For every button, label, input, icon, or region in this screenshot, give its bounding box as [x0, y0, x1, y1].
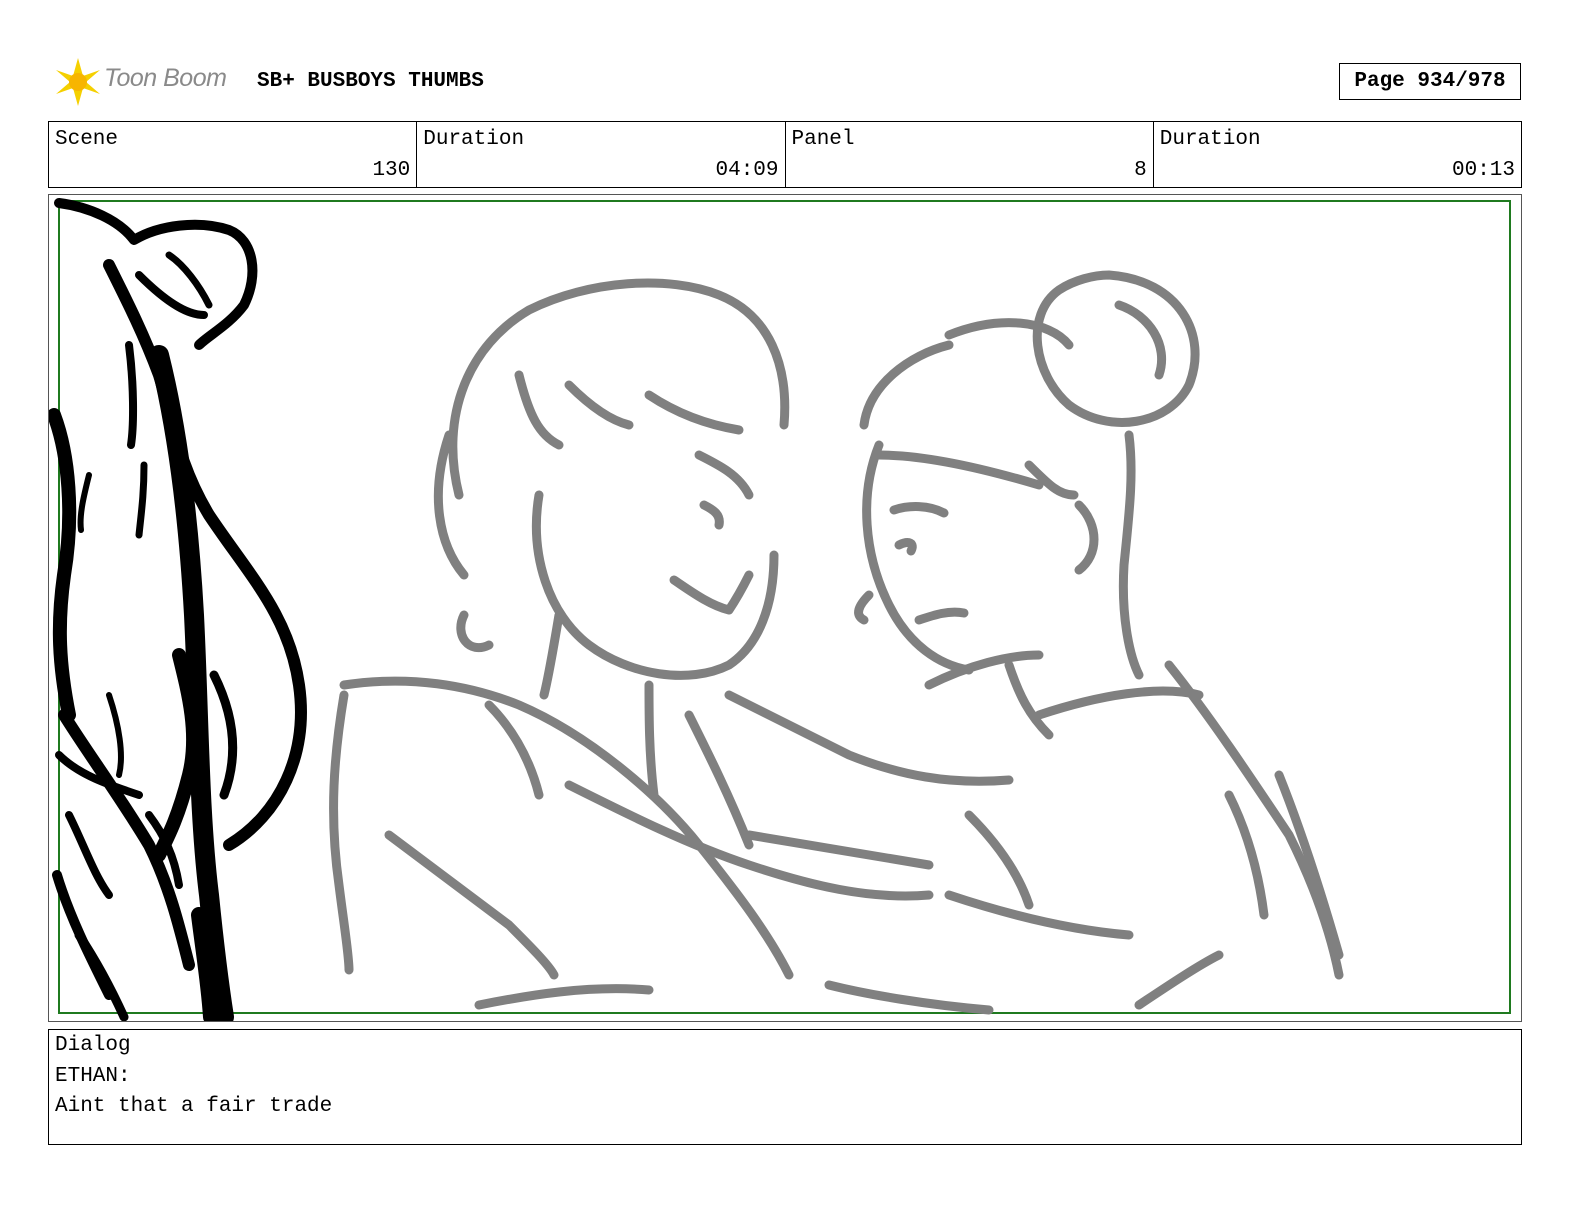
panel-duration-value: 00:13 [1451, 159, 1515, 182]
dialog-box: Dialog ETHAN: Aint that a fair trade [48, 1029, 1522, 1145]
scene-label: Scene [55, 128, 119, 151]
page-indicator: Page 934/978 [1339, 63, 1521, 100]
panel-value: 8 [1134, 159, 1147, 182]
panel-info-row: Scene 130 Duration 04:09 Panel 8 Duratio… [48, 121, 1522, 188]
panel-cell: Panel 8 [786, 122, 1154, 187]
scene-duration-value: 04:09 [715, 159, 779, 182]
storyboard-panel [48, 194, 1522, 1022]
panel-sketch [49, 198, 1511, 1021]
scene-duration-cell: Duration 04:09 [417, 122, 786, 187]
panel-label: Panel [791, 128, 855, 151]
project-title: SB+ BUSBOYS THUMBS [257, 70, 484, 93]
scene-cell: Scene 130 [49, 122, 418, 187]
dialog-label: Dialog [55, 1034, 131, 1057]
panel-duration-cell: Duration 00:13 [1154, 122, 1521, 187]
foreground-silhouette [49, 198, 307, 1021]
logo-text: Toon Boom [104, 64, 227, 92]
dialog-line: Aint that a fair trade [55, 1095, 333, 1118]
scene-duration-label: Duration [423, 128, 525, 151]
dialog-speaker: ETHAN: [55, 1065, 131, 1088]
character-sketch [329, 270, 1344, 1015]
scene-value: 130 [372, 159, 411, 182]
panel-duration-label: Duration [1159, 128, 1261, 151]
